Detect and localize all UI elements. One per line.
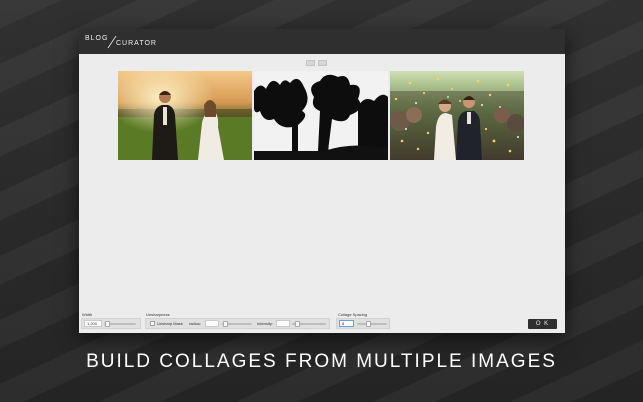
width-slider[interactable] — [104, 321, 136, 327]
width-panel: 1,200 — [81, 318, 141, 329]
unsharpness-panel: Unsharp Mask radius: Intensity: — [145, 318, 330, 329]
logo-text-blog: BLOG — [85, 35, 109, 42]
collage-photo-tree-silhouette[interactable] — [254, 71, 388, 160]
collage-spacing-slider[interactable] — [357, 321, 387, 327]
prev-image-button[interactable] — [306, 60, 315, 66]
radius-field[interactable] — [205, 320, 219, 327]
collage-spacing-field[interactable]: 8 — [339, 320, 354, 327]
radius-slider-thumb[interactable] — [223, 321, 228, 327]
collage-spacing-slider-thumb[interactable] — [366, 321, 371, 327]
intensity-slider[interactable] — [292, 321, 326, 327]
radius-label: radius: — [189, 321, 202, 326]
app-logo: BLOG CURATOR — [85, 35, 175, 49]
logo-text-curator: CURATOR — [116, 40, 157, 47]
settings-bar: Width 1,200 Unsharpness Unsharp Mask rad… — [79, 308, 565, 333]
width-field[interactable]: 1,200 — [84, 320, 102, 327]
unsharp-mask-checkbox[interactable] — [150, 321, 155, 326]
image-nav — [306, 60, 338, 67]
intensity-field[interactable] — [276, 320, 290, 327]
radius-slider[interactable] — [222, 321, 252, 327]
ok-button[interactable]: O K — [528, 319, 557, 329]
intensity-slider-thumb[interactable] — [295, 321, 300, 327]
collage-spacing-label: Collage Spacing — [338, 312, 368, 317]
intensity-label: Intensity: — [257, 321, 274, 326]
collage-photo-couple-sunset[interactable] — [118, 71, 252, 160]
width-label: Width — [82, 312, 93, 317]
unsharp-mask-label: Unsharp Mask — [157, 321, 183, 326]
title-bar: BLOG CURATOR — [79, 29, 565, 54]
collage-photo-confetti-celebration[interactable] — [390, 71, 524, 160]
marketing-caption: BUILD COLLAGES FROM MULTIPLE IMAGES — [86, 351, 557, 372]
unsharpness-group-label: Unsharpness — [146, 312, 170, 317]
app-window: BLOG CURATOR Width 1,200 Unsharpness Uns… — [79, 29, 565, 333]
collage-spacing-panel: 8 — [336, 318, 390, 329]
width-slider-thumb[interactable] — [105, 321, 110, 327]
next-image-button[interactable] — [318, 60, 327, 66]
collage-preview — [118, 71, 524, 160]
